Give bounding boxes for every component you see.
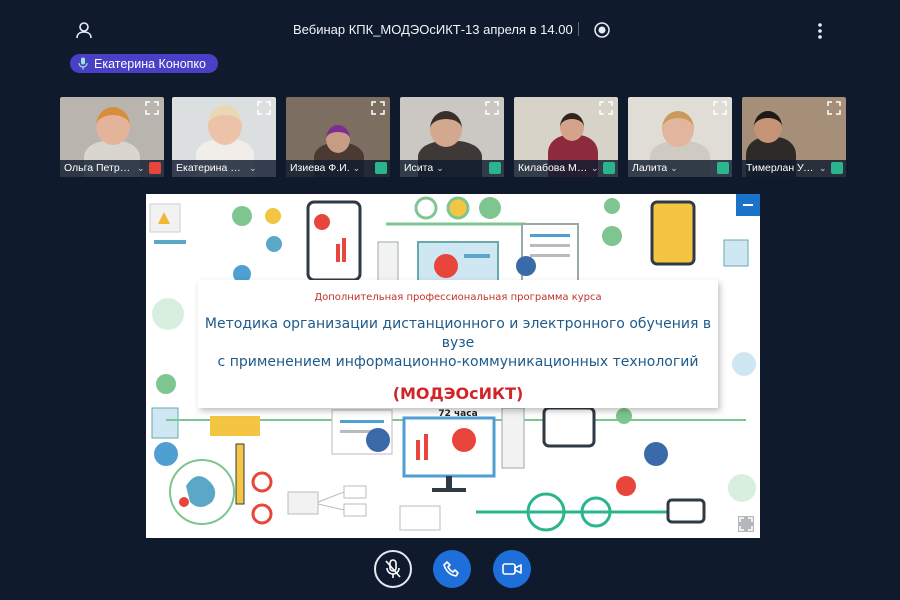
- slide-abbreviation: (МОДЭОсИКТ): [392, 384, 524, 403]
- fullscreen-icon[interactable]: [738, 516, 754, 532]
- active-speaker-name: Екатерина Конопко: [94, 56, 206, 71]
- record-icon[interactable]: [594, 22, 610, 38]
- participant-tile[interactable]: Тимерлан Ус… ⌄: [742, 97, 846, 177]
- camera-icon: [502, 563, 522, 575]
- mic-muted-icon: [149, 162, 161, 174]
- camera-button[interactable]: [493, 550, 531, 588]
- headset-icon: [603, 162, 615, 174]
- hangup-button[interactable]: [433, 550, 471, 588]
- webinar-title: Вебинар КПК_МОДЭОсИКТ-13 апреля в 14.00: [293, 22, 573, 37]
- participant-tile[interactable]: Килабова Ма… ⌄: [514, 97, 618, 177]
- participant-tile[interactable]: Изиева Ф.И. ⌄: [286, 97, 390, 177]
- expand-icon[interactable]: [257, 101, 271, 115]
- participant-tile[interactable]: Екатерина Ко… ⌄: [172, 97, 276, 177]
- participants-strip: Ольга Петро… ⌄ Екатерина Ко… ⌄ Изиева Ф.И.…: [60, 97, 850, 177]
- mic-off-button[interactable]: [374, 550, 412, 588]
- phone-icon: [443, 561, 459, 577]
- slide-title-card: Дополнительная профессиональная программ…: [198, 280, 718, 419]
- shared-slide: Дополнительная профессиональная программ…: [146, 194, 760, 538]
- participant-tile[interactable]: Лалита ⌄: [628, 97, 732, 177]
- expand-icon[interactable]: [485, 101, 499, 115]
- headset-icon: [489, 162, 501, 174]
- participant-tile[interactable]: Ольга Петро… ⌄: [60, 97, 164, 177]
- expand-icon[interactable]: [713, 101, 727, 115]
- user-icon[interactable]: [74, 20, 94, 40]
- title-divider: [578, 22, 579, 36]
- slide-heading: Методика организации дистанционного и эл…: [204, 316, 712, 370]
- expand-icon[interactable]: [599, 101, 613, 115]
- call-controls: [0, 548, 900, 592]
- participant-label: Екатерина Ко… ⌄: [172, 160, 276, 177]
- top-bar: Вебинар КПК_МОДЭОсИКТ-13 апреля в 14.00: [0, 0, 900, 56]
- slide-hours: 72 часа: [438, 409, 478, 419]
- expand-icon[interactable]: [371, 101, 385, 115]
- headset-icon: [717, 162, 729, 174]
- headset-icon: [375, 162, 387, 174]
- minimize-slide-button[interactable]: [736, 194, 760, 216]
- more-vertical-icon[interactable]: [814, 22, 826, 40]
- headset-icon: [831, 162, 843, 174]
- expand-icon[interactable]: [827, 101, 841, 115]
- participant-tile[interactable]: Исита ⌄: [400, 97, 504, 177]
- expand-icon[interactable]: [145, 101, 159, 115]
- active-speaker-badge: Екатерина Конопко: [70, 54, 218, 73]
- slide-subtitle: Дополнительная профессиональная программ…: [314, 292, 602, 303]
- microphone-icon: [78, 57, 88, 70]
- mic-off-icon: [385, 559, 401, 578]
